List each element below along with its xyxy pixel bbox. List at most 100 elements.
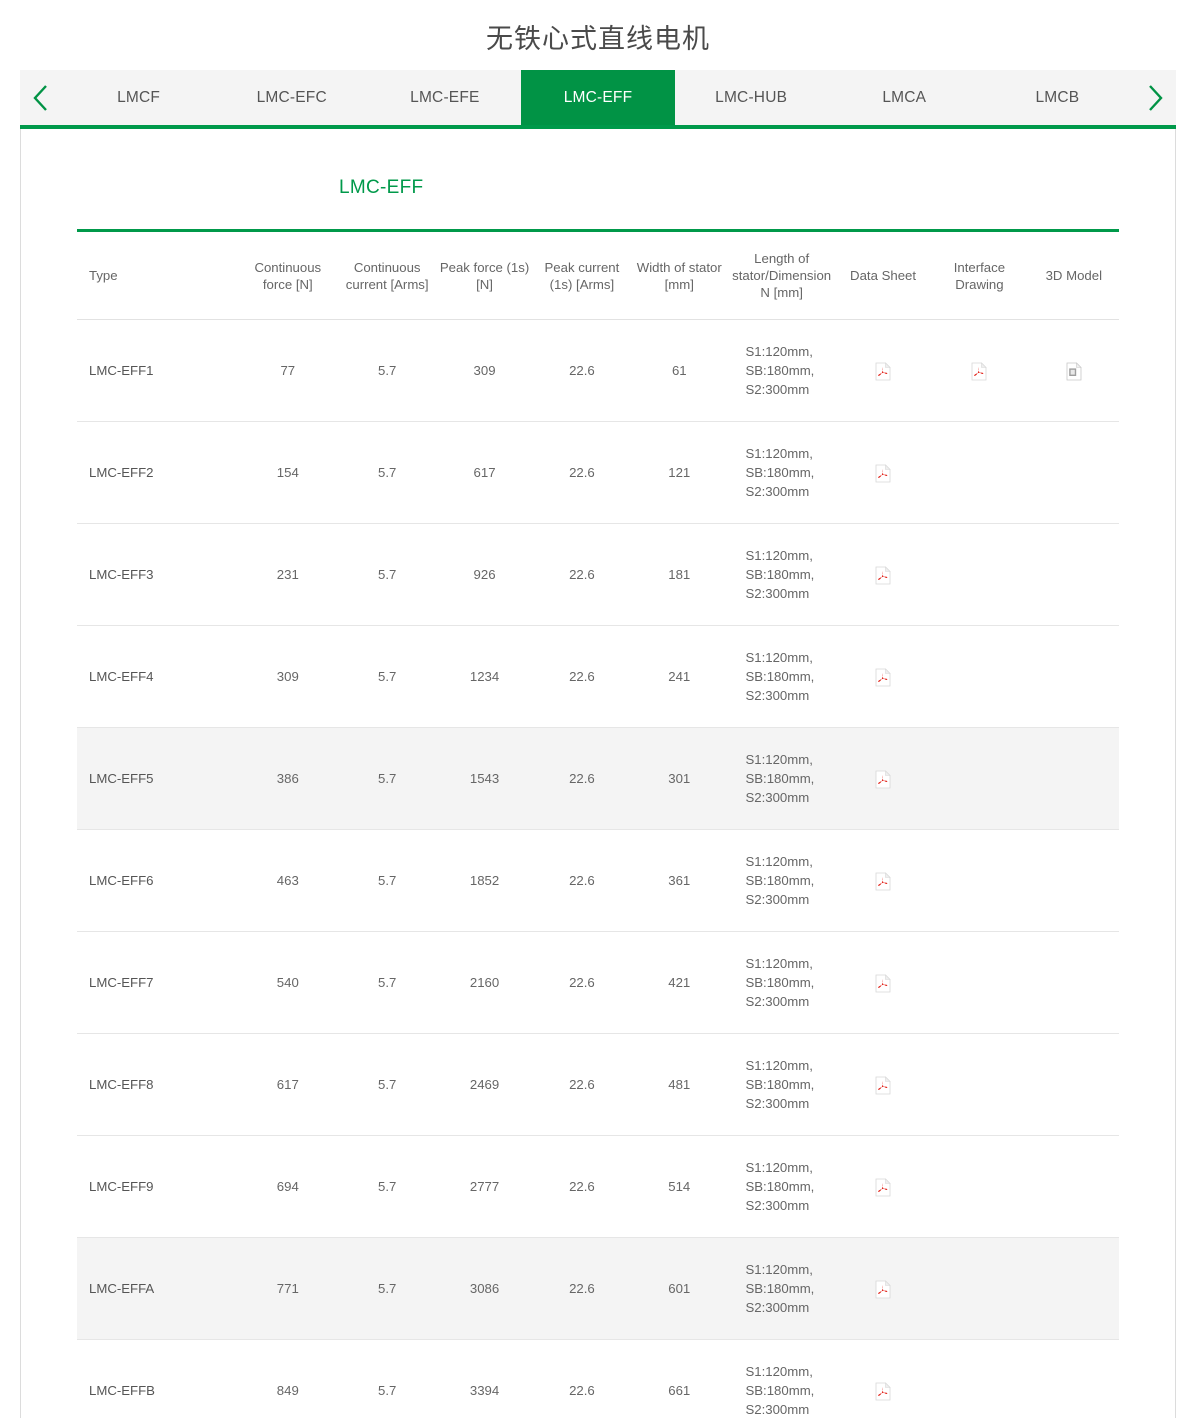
dimension-text: S1:120mm, SB:180mm, S2:300mm <box>745 752 815 805</box>
cell-3d-model <box>1028 625 1119 728</box>
table-row: LMC-EFF4 309 5.7 1234 22.6 241 S1:120mm, SB:18… <box>77 625 1119 728</box>
cell-continuous-force: 849 <box>237 1339 338 1418</box>
table-row: LMC-EFF2 154 5.7 617 22.6 121 S1:120mm, SB:180… <box>77 421 1119 524</box>
pdf-icon[interactable] <box>971 361 988 381</box>
cell-peak-current: 22.6 <box>532 931 632 1034</box>
tab-lmcb[interactable]: LMCB <box>981 70 1134 125</box>
cell-interface-drawing <box>930 727 1029 830</box>
cell-width-of-stator: 241 <box>631 625 728 728</box>
tab-label: LMC-EFC <box>256 88 327 106</box>
table-row: LMC-EFF1 77 5.7 309 22.6 61 S1:120mm, SB:180mm… <box>77 319 1119 422</box>
cell-interface-drawing <box>930 931 1029 1034</box>
tab-label: LMCA <box>882 88 927 106</box>
cell-width-of-stator: 661 <box>631 1339 728 1418</box>
cell-data-sheet <box>835 523 931 626</box>
cell-data-sheet <box>835 625 931 728</box>
pdf-icon[interactable] <box>875 973 891 993</box>
cell-peak-current: 22.6 <box>532 1033 632 1136</box>
tab-label: LMC-EFF <box>563 88 633 106</box>
cell-data-sheet <box>835 829 931 932</box>
cell-peak-current: 22.6 <box>532 829 632 932</box>
tab-lmca[interactable]: LMCA <box>828 70 981 125</box>
table-row: LMC-EFF8 617 5.7 2469 22.6 481 S1:120mm, SB:18… <box>77 1033 1119 1136</box>
section-heading: LMC-EFF <box>339 177 424 198</box>
cell-peak-force: 2777 <box>436 1135 533 1238</box>
pdf-icon[interactable] <box>875 667 891 687</box>
cell-3d-model <box>1028 1033 1119 1136</box>
cell-interface-drawing <box>930 625 1029 728</box>
cell-type: LMC-EFF3 <box>77 523 238 626</box>
dimension-text: S1:120mm, SB:180mm, S2:300mm <box>745 956 815 1009</box>
col-header-continuous-force: Continuous force [N] <box>237 232 338 320</box>
cell-interface-drawing <box>930 421 1029 524</box>
tab-lmc-hub[interactable]: LMC-HUB <box>675 70 828 125</box>
pdf-icon[interactable] <box>875 565 891 585</box>
tab-lmc-efc[interactable]: LMC-EFC <box>215 70 368 125</box>
cell-data-sheet <box>835 1135 931 1238</box>
cell-interface-drawing <box>930 1033 1029 1136</box>
dimension-text: S1:120mm, SB:180mm, S2:300mm <box>745 548 815 601</box>
col-header-interface-drawing: Interface Drawing <box>930 232 1029 320</box>
cell-peak-current: 22.6 <box>532 1135 632 1238</box>
cell-interface-drawing <box>930 319 1029 422</box>
cell-continuous-force: 463 <box>237 829 338 932</box>
cell-3d-model <box>1028 1339 1119 1418</box>
cell-continuous-current: 5.7 <box>337 829 437 932</box>
pdf-icon[interactable] <box>875 871 891 891</box>
pdf-icon[interactable] <box>875 769 891 789</box>
cell-width-of-stator: 361 <box>631 829 728 932</box>
cell-3d-model <box>1028 931 1119 1034</box>
cell-length-of-stator: S1:120mm, SB:180mm, S2:300mm <box>727 523 836 626</box>
cell-data-sheet <box>835 1339 931 1418</box>
pdf-icon[interactable] <box>875 1075 891 1095</box>
tab-label: LMC-EFE <box>410 88 480 106</box>
cell-continuous-current: 5.7 <box>337 421 437 524</box>
cell-continuous-current: 5.7 <box>337 625 437 728</box>
cell-data-sheet <box>835 1237 931 1340</box>
col-header-data-sheet: Data Sheet <box>835 232 931 320</box>
tab-lmc-eff[interactable]: LMC-EFF <box>521 70 675 125</box>
tab-bar: LMCF LMC-EFC LMC-EFE LMC-EFF LMC-HUB LMCA LMCB <box>20 70 1176 129</box>
cell-data-sheet <box>835 319 931 422</box>
cell-peak-current: 22.6 <box>532 319 632 422</box>
dimension-text: S1:120mm, SB:180mm, S2:300mm <box>745 1262 815 1315</box>
dimension-text: S1:120mm, SB:180mm, S2:300mm <box>745 854 815 907</box>
cell-peak-force: 617 <box>436 421 533 524</box>
tab-prev-arrow[interactable] <box>20 70 62 125</box>
pdf-icon[interactable] <box>875 1381 891 1401</box>
pdf-icon[interactable] <box>875 1177 891 1197</box>
tab-lmcf[interactable]: LMCF <box>62 70 215 125</box>
cell-continuous-force: 77 <box>237 319 338 422</box>
pdf-icon[interactable] <box>875 1279 891 1299</box>
cell-type: LMC-EFF6 <box>77 829 238 932</box>
col-header-continuous-current: Continuous current [Arms] <box>337 232 437 320</box>
cell-continuous-current: 5.7 <box>337 1237 437 1340</box>
tab-label: LMCB <box>1035 88 1080 106</box>
col-header-type: Type <box>77 232 238 320</box>
cell-peak-force: 1543 <box>436 727 533 830</box>
spec-table: Type Continuous force [N] Continuous cur… <box>77 232 1119 1418</box>
cell-type: LMC-EFFB <box>77 1339 238 1418</box>
cell-continuous-current: 5.7 <box>337 1339 437 1418</box>
cell-length-of-stator: S1:120mm, SB:180mm, S2:300mm <box>727 421 836 524</box>
cell-peak-force: 1234 <box>436 625 533 728</box>
cell-3d-model <box>1028 1135 1119 1238</box>
chevron-left-icon <box>31 83 51 113</box>
cell-length-of-stator: S1:120mm, SB:180mm, S2:300mm <box>727 1237 836 1340</box>
cell-length-of-stator: S1:120mm, SB:180mm, S2:300mm <box>727 1135 836 1238</box>
file-3d-icon[interactable] <box>1066 361 1082 381</box>
cell-continuous-force: 694 <box>237 1135 338 1238</box>
spec-table-head: Type Continuous force [N] Continuous cur… <box>77 232 1119 320</box>
tab-label: LMC-HUB <box>715 88 788 106</box>
tab-next-arrow[interactable] <box>1134 70 1176 125</box>
tab-lmc-efe[interactable]: LMC-EFE <box>368 70 521 125</box>
cell-length-of-stator: S1:120mm, SB:180mm, S2:300mm <box>727 625 836 728</box>
pdf-icon[interactable] <box>875 463 891 483</box>
col-header-width-of-stator: Width of stator [mm] <box>631 232 728 320</box>
col-header-3d-model: 3D Model <box>1028 232 1119 320</box>
pdf-icon[interactable] <box>875 361 891 381</box>
cell-3d-model <box>1028 727 1119 830</box>
cell-length-of-stator: S1:120mm, SB:180mm, S2:300mm <box>727 931 836 1034</box>
cell-data-sheet <box>835 1033 931 1136</box>
cell-continuous-force: 771 <box>237 1237 338 1340</box>
